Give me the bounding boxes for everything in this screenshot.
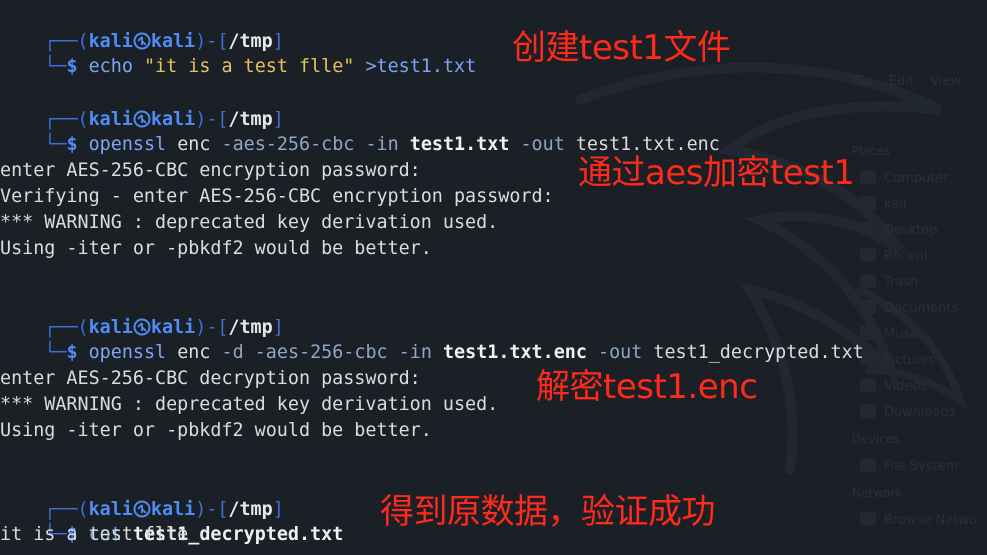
output-line: it is a test flle xyxy=(0,524,189,545)
annotation-create-file: 创建test1文件 xyxy=(512,28,731,68)
prompt-header: ┌──(kali kali)-[/tmp] xyxy=(44,317,284,338)
annotation-decrypt: 解密test1.enc xyxy=(536,367,758,407)
output-line: enter AES-256-CBC decryption password: xyxy=(0,368,421,389)
output-line: Using -iter or -pbkdf2 would be better. xyxy=(0,238,432,259)
output-line: *** WARNING : deprecated key derivation … xyxy=(0,394,499,415)
command-line[interactable]: └─$ openssl enc -d -aes-256-cbc -in test… xyxy=(0,314,863,363)
prompt-header: ┌──(kali kali)-[/tmp] xyxy=(44,499,284,520)
annotation-encrypt: 通过aes加密test1 xyxy=(578,153,855,193)
prompt-header: ┌──(kali kali)-[/tmp] xyxy=(44,109,284,130)
command-line[interactable]: └─$ openssl enc -aes-256-cbc -in test1.t… xyxy=(0,106,720,155)
prompt-header: ┌──(kali kali)-[/tmp] xyxy=(44,31,284,52)
terminal-window[interactable]: ┌──(kali kali)-[/tmp] └─$ echo "it is a t… xyxy=(0,0,987,555)
annotation-verify: 得到原数据，验证成功 xyxy=(380,492,716,532)
command-line[interactable]: └─$ cat test1_decrypted.txt xyxy=(0,496,343,545)
output-line: *** WARNING : deprecated key derivation … xyxy=(0,212,499,233)
command-name: openssl xyxy=(88,134,167,155)
output-line: Using -iter or -pbkdf2 would be better. xyxy=(0,420,432,441)
output-line: Verifying - enter AES-256-CBC encryption… xyxy=(0,186,554,207)
output-line: enter AES-256-CBC encryption password: xyxy=(0,160,421,181)
command-name: echo xyxy=(88,56,133,77)
command-line[interactable]: └─$ echo "it is a test flle" >test1.txt xyxy=(0,28,476,77)
command-name: openssl xyxy=(88,342,167,363)
